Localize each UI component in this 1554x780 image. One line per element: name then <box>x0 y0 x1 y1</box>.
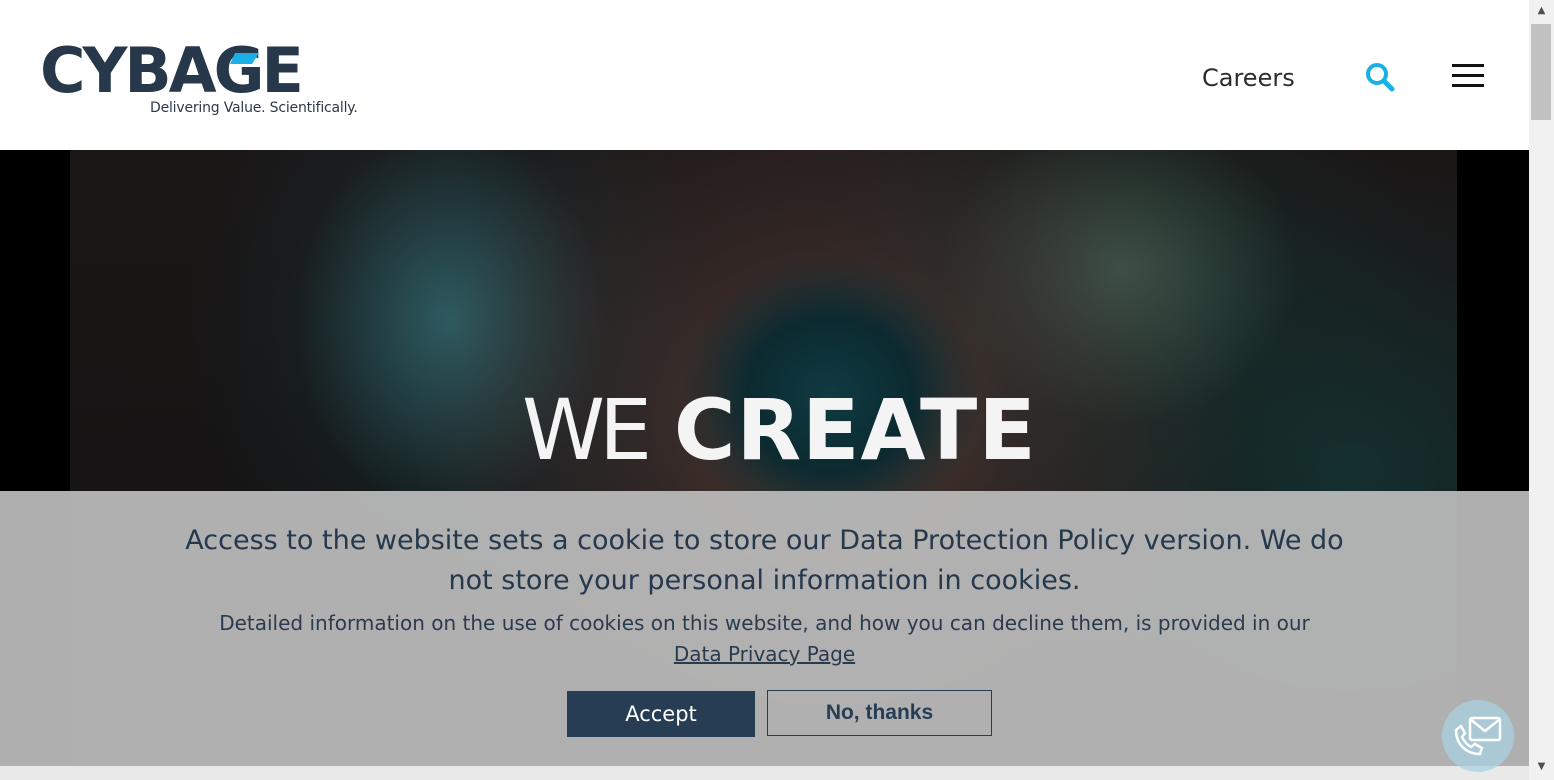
hero-headline: WE CREATE <box>522 388 1037 472</box>
scroll-up-arrow-icon[interactable]: ▲ <box>1529 2 1554 20</box>
cookie-detail: Detailed information on the use of cooki… <box>150 608 1379 670</box>
vertical-scrollbar[interactable]: ▲ ▼ <box>1529 0 1554 780</box>
page: CYBAGE Delivering Value. Scientifically.… <box>0 0 1529 780</box>
hamburger-menu-icon[interactable] <box>1452 64 1486 90</box>
hero-headline-we: WE <box>522 381 652 479</box>
contact-button[interactable] <box>1442 700 1514 772</box>
nav-careers-link[interactable]: Careers <box>1202 64 1295 92</box>
scrollbar-thumb[interactable] <box>1531 24 1551 120</box>
contact-phone-mail-icon <box>1454 716 1502 756</box>
data-privacy-link[interactable]: Data Privacy Page <box>674 642 855 666</box>
accept-button[interactable]: Accept <box>567 691 755 737</box>
no-thanks-button[interactable]: No, thanks <box>767 690 992 736</box>
cybage-logo-icon: CYBAGE <box>40 40 304 96</box>
site-header: CYBAGE Delivering Value. Scientifically.… <box>0 0 1529 150</box>
cookie-consent-banner: Access to the website sets a cookie to s… <box>0 491 1529 766</box>
logo-wordmark: CYBAGE <box>40 40 301 96</box>
logo-tagline: Delivering Value. Scientifically. <box>150 100 358 116</box>
cookie-detail-text: Detailed information on the use of cooki… <box>219 611 1310 635</box>
search-icon[interactable] <box>1364 61 1396 93</box>
scroll-down-arrow-icon[interactable]: ▼ <box>1529 758 1554 776</box>
cookie-heading: Access to the website sets a cookie to s… <box>185 525 1344 596</box>
hero-headline-create: CREATE <box>673 381 1037 479</box>
bottom-strip <box>0 766 1529 780</box>
